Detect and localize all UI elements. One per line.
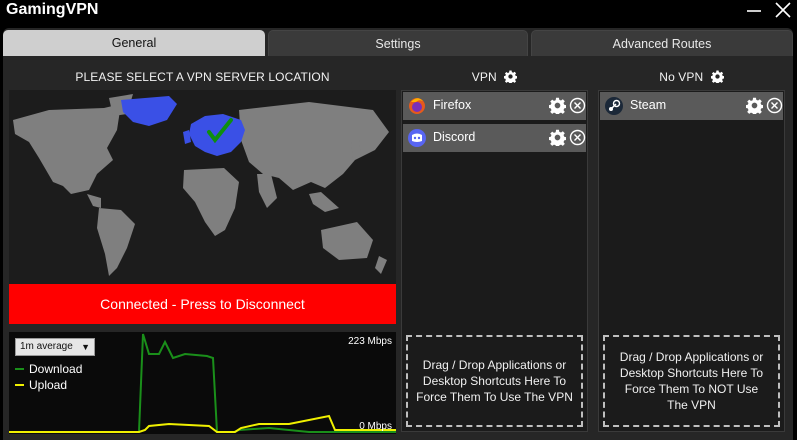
main-window: General Settings Advanced Routes PLEASE … bbox=[3, 28, 793, 440]
vpn-dropzone[interactable]: Drag / Drop Applications or Desktop Shor… bbox=[406, 335, 583, 427]
discord-icon bbox=[408, 129, 426, 147]
novpn-dropzone[interactable]: Drag / Drop Applications or Desktop Shor… bbox=[603, 335, 780, 427]
novpn-panel-title-text: No VPN bbox=[659, 70, 704, 84]
app-item-steam[interactable]: Steam bbox=[600, 92, 783, 120]
app-name-discord: Discord bbox=[433, 130, 476, 144]
title-bar: GamingVPN bbox=[0, 0, 797, 24]
bandwidth-graph: 1m average ▼ Download Upload 223 Mbps 0 … bbox=[9, 332, 396, 434]
world-map[interactable] bbox=[9, 90, 396, 284]
tab-general[interactable]: General bbox=[3, 30, 265, 56]
gear-icon[interactable] bbox=[746, 97, 763, 114]
minimize-icon bbox=[747, 10, 761, 12]
vpn-panel-title: VPN bbox=[401, 70, 588, 84]
gear-icon[interactable] bbox=[549, 129, 566, 146]
app-item-discord[interactable]: Discord bbox=[403, 124, 586, 152]
legend-upload-label: Upload bbox=[29, 378, 68, 392]
remove-icon[interactable] bbox=[569, 97, 586, 114]
legend-upload: Upload bbox=[15, 378, 67, 392]
remove-icon[interactable] bbox=[569, 129, 586, 146]
legend-download-label: Download bbox=[29, 362, 83, 376]
close-button[interactable] bbox=[772, 0, 794, 22]
map-section-title: PLEASE SELECT A VPN SERVER LOCATION bbox=[75, 70, 330, 84]
average-select-value: 1m average bbox=[20, 341, 73, 352]
connect-toggle-button[interactable]: Connected - Press to Disconnect bbox=[9, 284, 396, 324]
gear-icon[interactable] bbox=[710, 70, 724, 83]
vpn-panel-title-text: VPN bbox=[471, 70, 497, 84]
tab-advanced-routes[interactable]: Advanced Routes bbox=[531, 30, 793, 56]
graph-min-label: 0 Mbps bbox=[359, 421, 392, 432]
app-name-steam: Steam bbox=[630, 98, 667, 112]
server-location-map[interactable] bbox=[9, 90, 396, 284]
upload-line bbox=[9, 414, 396, 433]
average-select[interactable]: 1m average ▼ bbox=[15, 338, 95, 356]
remove-icon[interactable] bbox=[766, 97, 783, 114]
minimize-button[interactable] bbox=[743, 0, 765, 22]
graph-max-label: 223 Mbps bbox=[348, 336, 392, 347]
app-item-firefox[interactable]: Firefox bbox=[403, 92, 586, 120]
vpn-apps-panel: Firefox Discord Drag / Drop Applications… bbox=[401, 90, 588, 432]
gear-icon[interactable] bbox=[504, 70, 518, 83]
firefox-icon bbox=[409, 98, 425, 114]
legend-download: Download bbox=[15, 362, 82, 376]
download-swatch bbox=[15, 368, 24, 370]
chevron-down-icon: ▼ bbox=[81, 342, 90, 352]
close-icon bbox=[775, 2, 791, 18]
tab-settings[interactable]: Settings bbox=[268, 30, 528, 56]
app-name-firefox: Firefox bbox=[433, 98, 472, 112]
novpn-apps-panel: Steam Drag / Drop Applications or Deskto… bbox=[598, 90, 785, 432]
app-title: GamingVPN bbox=[6, 1, 99, 18]
novpn-panel-title: No VPN bbox=[598, 70, 785, 84]
gear-icon[interactable] bbox=[549, 97, 566, 114]
upload-swatch bbox=[15, 384, 24, 386]
steam-icon bbox=[605, 97, 623, 115]
